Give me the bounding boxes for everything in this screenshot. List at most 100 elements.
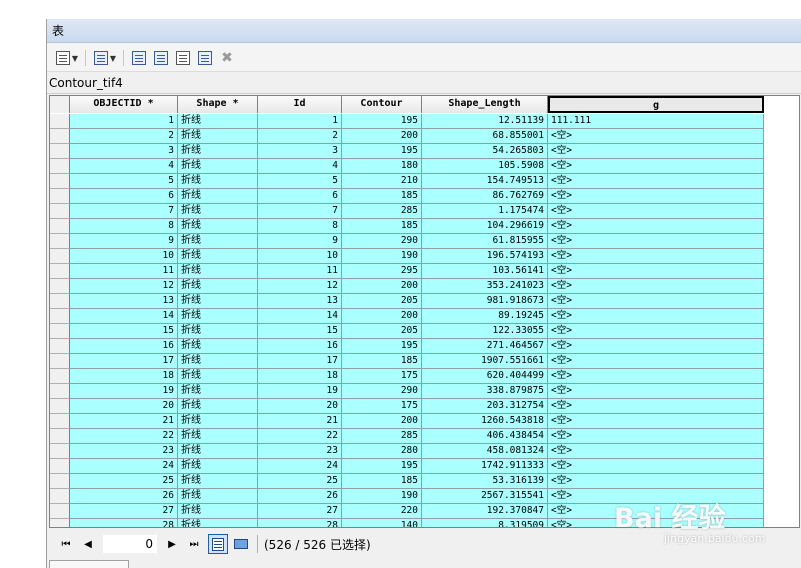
- cell-shape-length[interactable]: 620.404499: [422, 369, 548, 384]
- table-row[interactable]: 26 折线 26 190 2567.315541 <空>: [50, 489, 764, 504]
- cell-objectid[interactable]: 6: [70, 189, 178, 204]
- row-selector[interactable]: [50, 279, 70, 294]
- cell-contour[interactable]: 190: [342, 249, 422, 264]
- cell-objectid[interactable]: 22: [70, 429, 178, 444]
- table-row[interactable]: 4 折线 4 180 105.5908 <空>: [50, 159, 764, 174]
- cell-objectid[interactable]: 28: [70, 519, 178, 527]
- cell-objectid[interactable]: 20: [70, 399, 178, 414]
- cell-shape[interactable]: 折线: [178, 234, 258, 249]
- cell-objectid[interactable]: 26: [70, 489, 178, 504]
- cell-contour[interactable]: 190: [342, 489, 422, 504]
- cell-id[interactable]: 25: [258, 474, 342, 489]
- cell-shape-length[interactable]: 12.51139: [422, 114, 548, 129]
- cell-g[interactable]: <空>: [548, 339, 764, 354]
- cell-shape-length[interactable]: 1.175474: [422, 204, 548, 219]
- cell-g[interactable]: <空>: [548, 219, 764, 234]
- cell-shape-length[interactable]: 89.19245: [422, 309, 548, 324]
- table-tab[interactable]: [49, 560, 129, 568]
- cell-id[interactable]: 27: [258, 504, 342, 519]
- cell-g[interactable]: <空>: [548, 399, 764, 414]
- row-selector[interactable]: [50, 324, 70, 339]
- cell-id[interactable]: 7: [258, 204, 342, 219]
- row-selector[interactable]: [50, 444, 70, 459]
- cell-g[interactable]: <空>: [548, 204, 764, 219]
- cell-objectid[interactable]: 5: [70, 174, 178, 189]
- column-header-contour[interactable]: Contour: [342, 96, 422, 113]
- cell-g[interactable]: <空>: [548, 414, 764, 429]
- cell-g[interactable]: <空>: [548, 249, 764, 264]
- clear-selection-button[interactable]: [173, 48, 193, 68]
- cell-g[interactable]: <空>: [548, 324, 764, 339]
- cell-objectid[interactable]: 25: [70, 474, 178, 489]
- cell-g[interactable]: <空>: [548, 159, 764, 174]
- cell-shape[interactable]: 折线: [178, 159, 258, 174]
- cell-shape-length[interactable]: 271.464567: [422, 339, 548, 354]
- cell-shape-length[interactable]: 1907.551661: [422, 354, 548, 369]
- row-selector[interactable]: [50, 369, 70, 384]
- cell-contour[interactable]: 175: [342, 369, 422, 384]
- row-selector[interactable]: [50, 504, 70, 519]
- switch-selection-button[interactable]: [151, 48, 171, 68]
- cell-shape[interactable]: 折线: [178, 459, 258, 474]
- cell-id[interactable]: 17: [258, 354, 342, 369]
- cell-contour[interactable]: 205: [342, 294, 422, 309]
- row-selector[interactable]: [50, 459, 70, 474]
- row-selector[interactable]: [50, 309, 70, 324]
- cell-objectid[interactable]: 9: [70, 234, 178, 249]
- cell-objectid[interactable]: 17: [70, 354, 178, 369]
- row-selector[interactable]: [50, 474, 70, 489]
- cell-contour[interactable]: 185: [342, 219, 422, 234]
- previous-record-button[interactable]: ◀: [77, 534, 99, 554]
- cell-shape-length[interactable]: 353.241023: [422, 279, 548, 294]
- cell-shape-length[interactable]: 103.56141: [422, 264, 548, 279]
- column-header-id[interactable]: Id: [258, 96, 342, 113]
- row-selector[interactable]: [50, 159, 70, 174]
- next-record-button[interactable]: ▶: [161, 534, 183, 554]
- cell-shape[interactable]: 折线: [178, 189, 258, 204]
- cell-contour[interactable]: 195: [342, 459, 422, 474]
- row-selector[interactable]: [50, 189, 70, 204]
- cell-shape[interactable]: 折线: [178, 489, 258, 504]
- cell-shape[interactable]: 折线: [178, 129, 258, 144]
- cell-shape-length[interactable]: 61.815955: [422, 234, 548, 249]
- select-by-attributes-button[interactable]: [129, 48, 149, 68]
- table-row[interactable]: 23 折线 23 280 458.081324 <空>: [50, 444, 764, 459]
- cell-shape[interactable]: 折线: [178, 324, 258, 339]
- select-all-corner[interactable]: [50, 96, 70, 113]
- cell-g[interactable]: <空>: [548, 189, 764, 204]
- cell-shape-length[interactable]: 104.296619: [422, 219, 548, 234]
- cell-shape-length[interactable]: 105.5908: [422, 159, 548, 174]
- cell-shape[interactable]: 折线: [178, 414, 258, 429]
- cell-contour[interactable]: 195: [342, 114, 422, 129]
- cell-shape-length[interactable]: 203.312754: [422, 399, 548, 414]
- cell-g[interactable]: <空>: [548, 504, 764, 519]
- cell-shape-length[interactable]: 406.438454: [422, 429, 548, 444]
- row-selector[interactable]: [50, 384, 70, 399]
- cell-id[interactable]: 19: [258, 384, 342, 399]
- cell-objectid[interactable]: 3: [70, 144, 178, 159]
- cell-g[interactable]: <空>: [548, 474, 764, 489]
- cell-g[interactable]: <空>: [548, 429, 764, 444]
- cell-contour[interactable]: 185: [342, 189, 422, 204]
- cell-id[interactable]: 11: [258, 264, 342, 279]
- cell-id[interactable]: 12: [258, 279, 342, 294]
- table-row[interactable]: 16 折线 16 195 271.464567 <空>: [50, 339, 764, 354]
- table-row[interactable]: 15 折线 15 205 122.33055 <空>: [50, 324, 764, 339]
- cell-objectid[interactable]: 12: [70, 279, 178, 294]
- cell-objectid[interactable]: 21: [70, 414, 178, 429]
- cell-objectid[interactable]: 10: [70, 249, 178, 264]
- row-selector[interactable]: [50, 204, 70, 219]
- column-header-shape[interactable]: Shape *: [178, 96, 258, 113]
- cell-contour[interactable]: 175: [342, 399, 422, 414]
- row-selector[interactable]: [50, 249, 70, 264]
- cell-id[interactable]: 16: [258, 339, 342, 354]
- table-row[interactable]: 24 折线 24 195 1742.911333 <空>: [50, 459, 764, 474]
- cell-shape[interactable]: 折线: [178, 369, 258, 384]
- cell-id[interactable]: 20: [258, 399, 342, 414]
- row-selector[interactable]: [50, 129, 70, 144]
- cell-id[interactable]: 14: [258, 309, 342, 324]
- cell-contour[interactable]: 200: [342, 279, 422, 294]
- table-row[interactable]: 2 折线 2 200 68.855001 <空>: [50, 129, 764, 144]
- row-selector[interactable]: [50, 414, 70, 429]
- cell-contour[interactable]: 200: [342, 309, 422, 324]
